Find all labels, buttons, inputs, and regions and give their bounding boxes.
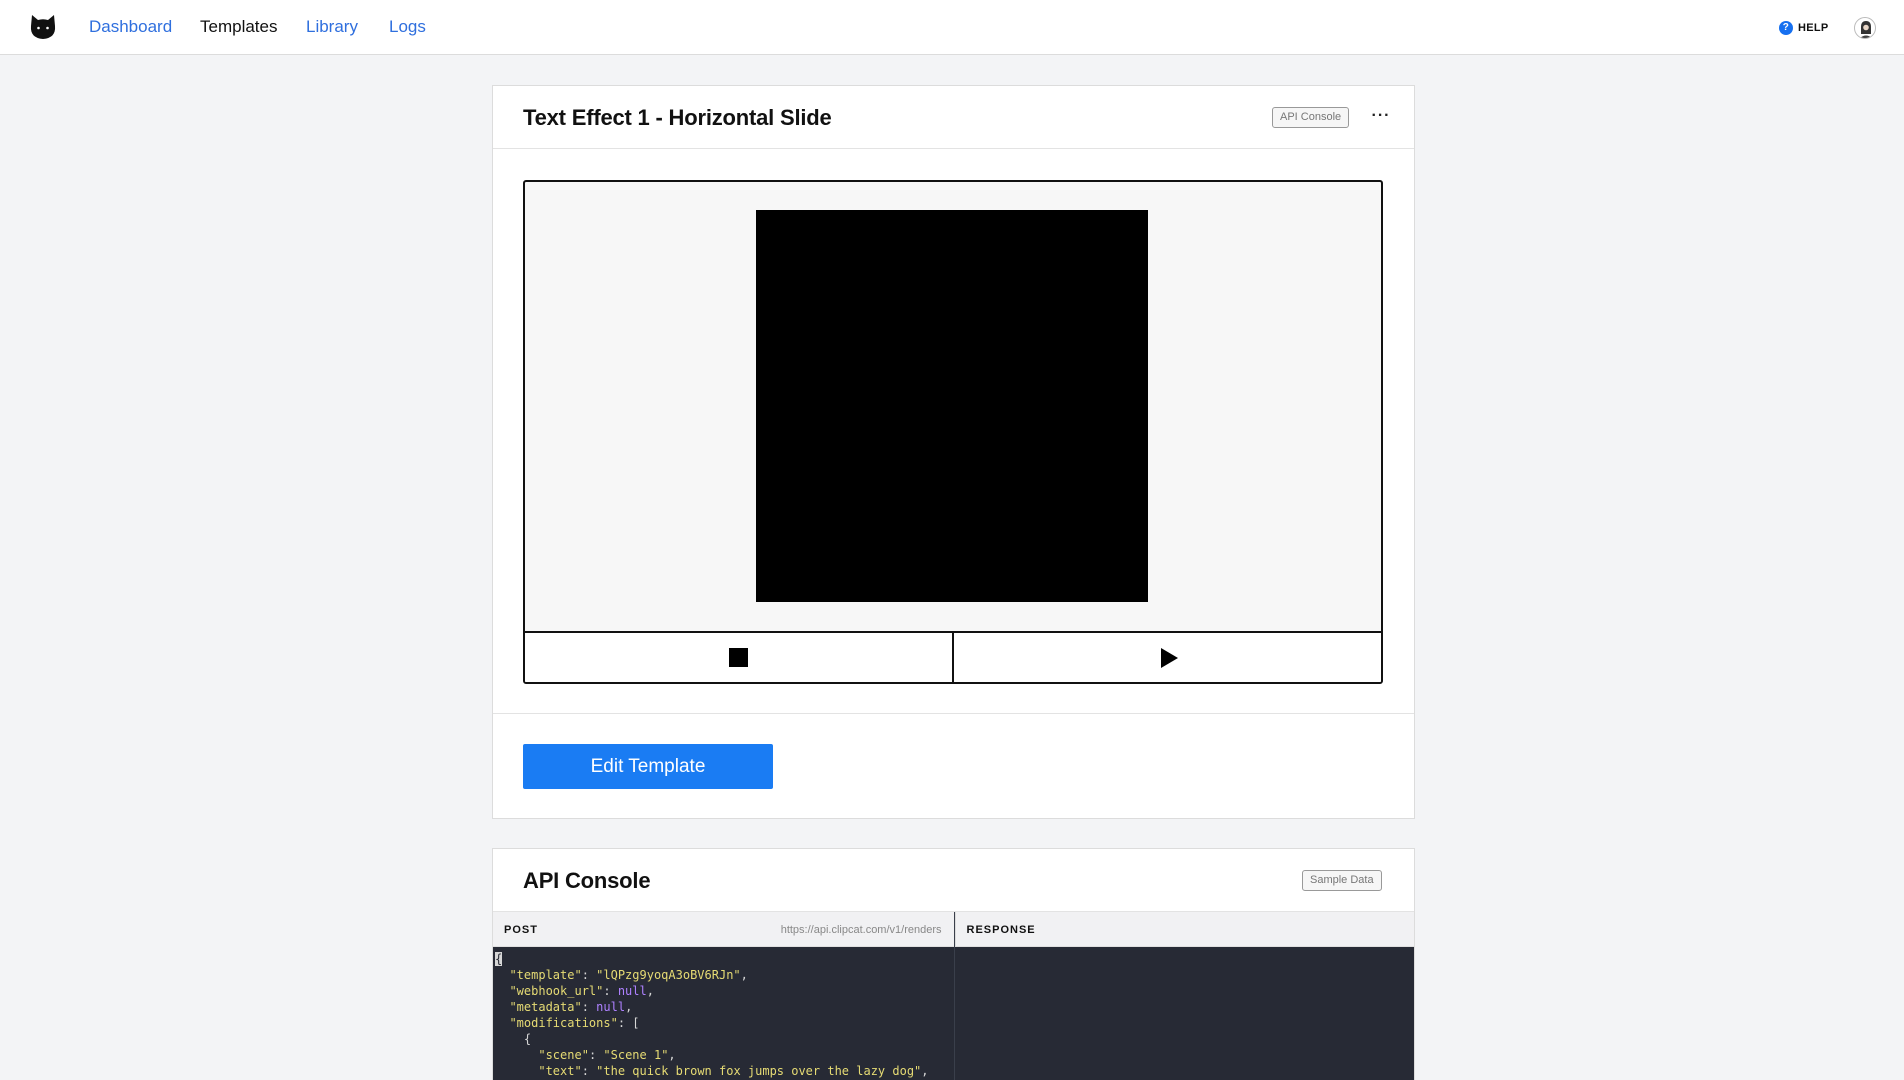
nav-library[interactable]: Library <box>306 17 358 37</box>
scene-value: "Scene 1" <box>603 1048 669 1062</box>
avatar[interactable] <box>1854 17 1876 39</box>
user-avatar-icon <box>1860 21 1872 38</box>
video-player <box>523 180 1383 684</box>
api-console-button[interactable]: API Console <box>1272 107 1350 128</box>
nav-logs[interactable]: Logs <box>389 17 426 37</box>
edit-template-button[interactable]: Edit Template <box>523 744 773 789</box>
post-label: POST <box>504 924 538 936</box>
request-pane-header: POST https://api.clipcat.com/v1/renders <box>493 912 954 947</box>
editor-cursor: { <box>495 952 503 966</box>
nav-templates[interactable]: Templates <box>200 17 277 37</box>
response-pane-header: RESPONSE <box>954 912 1414 947</box>
video-preview[interactable] <box>756 210 1148 602</box>
api-console-card: API Console Sample Data POST https://api… <box>492 848 1415 1080</box>
stop-icon <box>729 648 748 667</box>
api-console-panes: POST https://api.clipcat.com/v1/renders … <box>493 912 1414 1080</box>
stop-button[interactable] <box>525 633 952 682</box>
play-icon <box>1161 647 1178 668</box>
response-viewer <box>954 947 1414 1080</box>
request-pane: POST https://api.clipcat.com/v1/renders … <box>493 912 954 1080</box>
template-card: Text Effect 1 - Horizontal Slide API Con… <box>492 85 1415 819</box>
template-id-value: "lQPzg9yoqA3oBV6RJn" <box>596 968 741 982</box>
api-console-header: API Console Sample Data <box>493 849 1414 912</box>
template-card-footer: Edit Template <box>493 713 1414 819</box>
sample-data-button[interactable]: Sample Data <box>1302 870 1382 891</box>
nav-dashboard[interactable]: Dashboard <box>89 17 172 37</box>
help-icon: ? <box>1779 20 1793 35</box>
metadata-value: null <box>596 1000 626 1014</box>
api-console-title: API Console <box>523 868 651 893</box>
top-nav: Dashboard Templates Library Logs ? HELP <box>0 0 1904 55</box>
more-options-icon[interactable]: ··· <box>1368 106 1394 126</box>
endpoint-url: https://api.clipcat.com/v1/renders <box>780 924 942 936</box>
response-pane: RESPONSE <box>953 912 1414 1080</box>
template-card-header: Text Effect 1 - Horizontal Slide API Con… <box>493 86 1414 149</box>
play-button[interactable] <box>952 633 1381 682</box>
request-editor[interactable]: { "template": "lQPzg9yoqA3oBV6RJn", "web… <box>493 947 954 1080</box>
template-title: Text Effect 1 - Horizontal Slide <box>523 105 832 130</box>
webhook-url-value: null <box>617 984 647 998</box>
response-label: RESPONSE <box>966 924 1036 936</box>
player-controls <box>525 631 1381 682</box>
help-link[interactable]: ? HELP <box>1779 19 1829 36</box>
text-value: "the quick brown fox jumps over the lazy… <box>596 1064 922 1078</box>
help-label: HELP <box>1798 21 1829 34</box>
cat-logo-icon[interactable] <box>29 14 57 40</box>
